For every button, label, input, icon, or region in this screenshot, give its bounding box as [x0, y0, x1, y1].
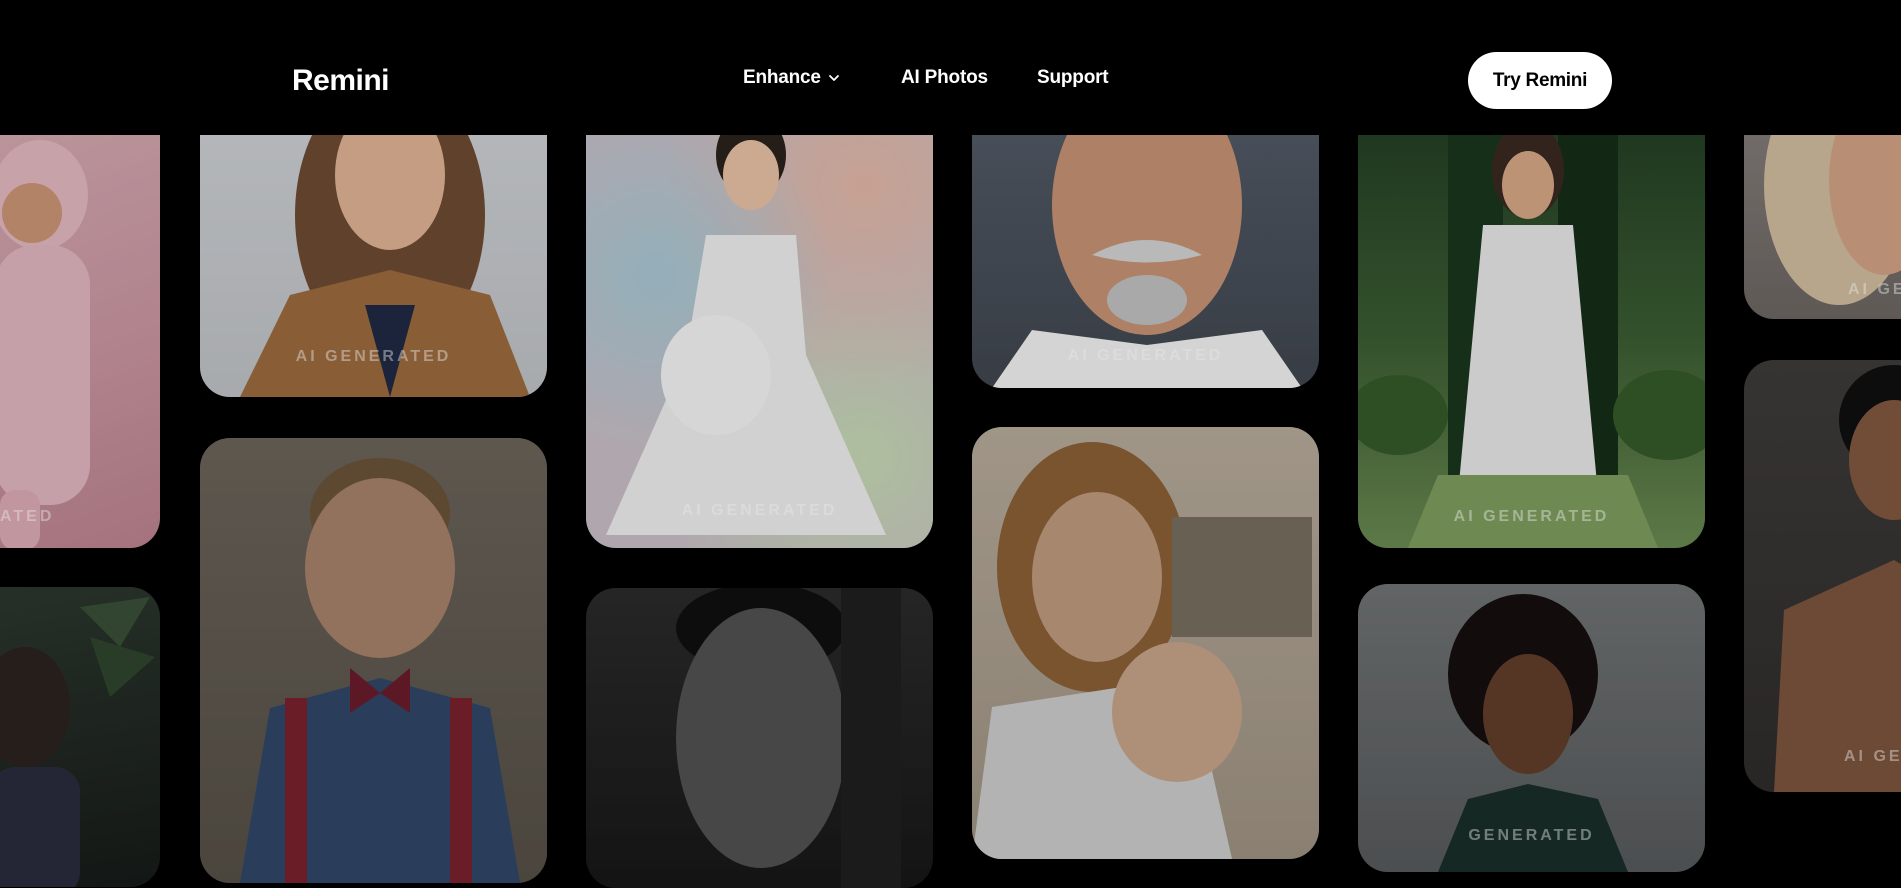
- gallery-card-shirtless-man[interactable]: AI GE: [1744, 360, 1901, 792]
- try-remini-button[interactable]: Try Remini: [1468, 52, 1612, 109]
- watermark-label: AI GE: [1848, 281, 1901, 298]
- watermark-label: AI GENERATED: [1453, 508, 1610, 525]
- watermark-label: ATED: [0, 508, 55, 525]
- gallery-card-boy-bowtie[interactable]: [200, 438, 547, 883]
- gallery-card-woman-blazer[interactable]: AI GENERATED: [200, 95, 547, 397]
- main-nav: Enhance AI Photos Support: [0, 67, 1901, 91]
- gallery-card-toddler[interactable]: ATED: [0, 95, 160, 548]
- gallery-card-pregnant-woman[interactable]: AI GENERATED: [586, 95, 933, 548]
- site-header: Remini Enhance AI Photos Support Try Rem…: [0, 0, 1901, 135]
- gallery-card-mother-baby[interactable]: [972, 427, 1319, 859]
- watermark-label: AI GE: [1844, 748, 1901, 765]
- watermark-label: GENERATED: [1468, 827, 1595, 844]
- watermark-label: AI GENERATED: [295, 348, 452, 365]
- nav-enhance[interactable]: Enhance: [743, 67, 841, 89]
- gallery-card-bw-man[interactable]: [586, 588, 933, 888]
- watermark-label: AI GENERATED: [1067, 347, 1224, 364]
- gallery-card-older-man[interactable]: AI GENERATED: [972, 95, 1319, 388]
- nav-support[interactable]: Support: [1037, 67, 1109, 89]
- gallery-card-bride-garden[interactable]: AI GENERATED: [1358, 95, 1705, 548]
- nav-ai-photos[interactable]: AI Photos: [901, 67, 988, 89]
- watermark-label: AI GENERATED: [681, 502, 838, 519]
- gallery-card-curly-woman[interactable]: GENERATED: [1358, 584, 1705, 872]
- chevron-down-icon: [828, 75, 839, 81]
- nav-enhance-label: Enhance: [743, 67, 821, 88]
- gallery-card-girl-palm[interactable]: [0, 587, 160, 887]
